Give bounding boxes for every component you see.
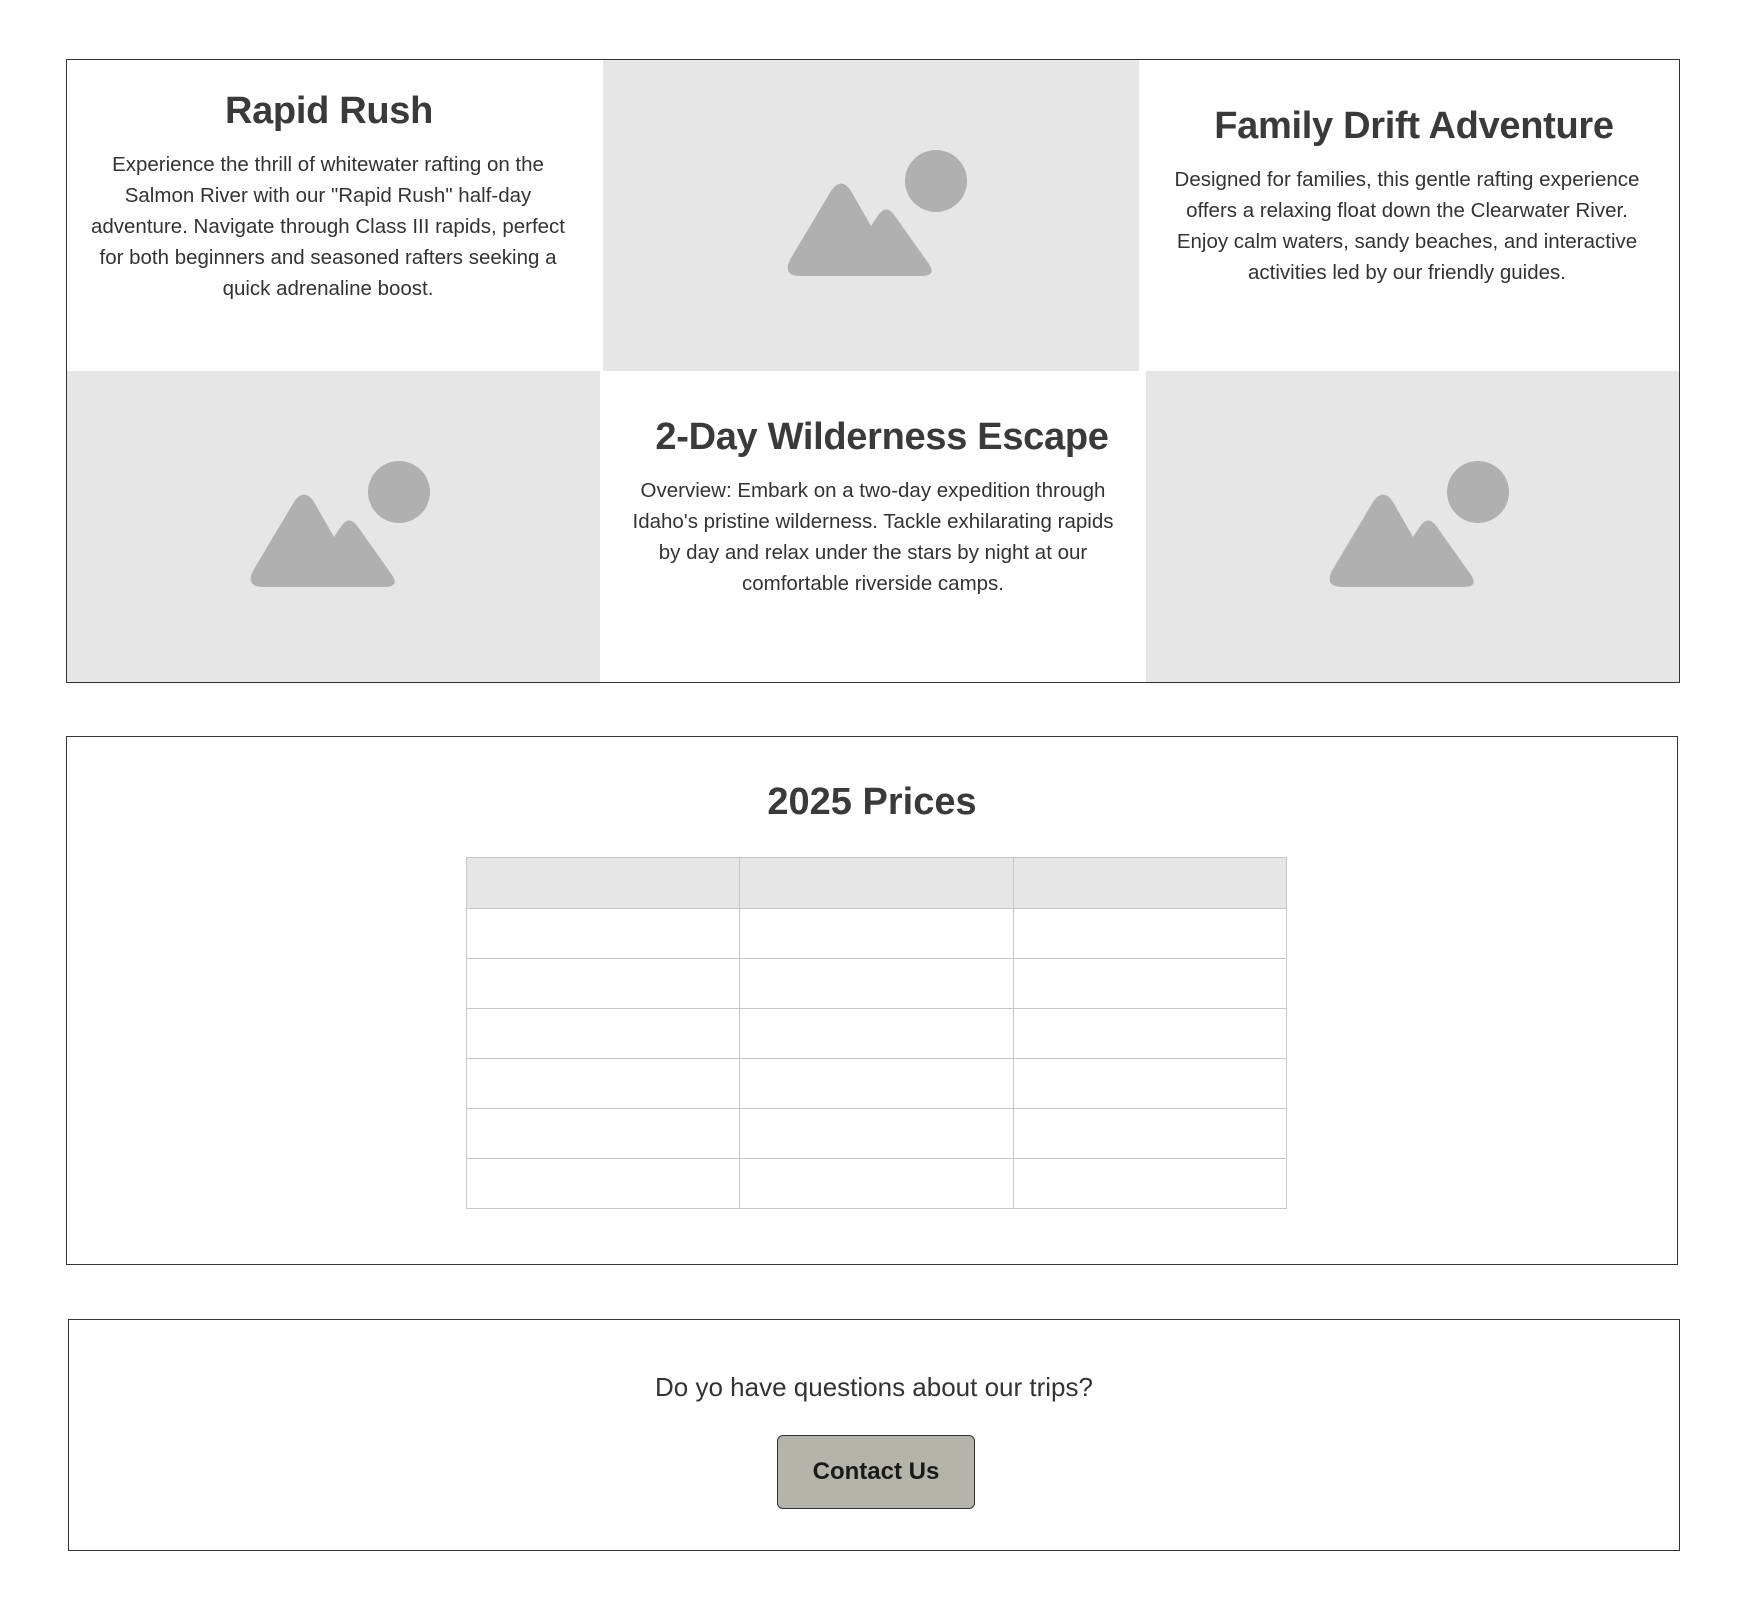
trips-grid: Rapid Rush Experience the thrill of whit…: [66, 59, 1680, 683]
table-row: [465, 1108, 1288, 1159]
table-cell: [739, 908, 1014, 959]
table-cell: [1012, 1108, 1288, 1159]
image-placeholder: [603, 60, 1139, 371]
table-header-cell: [1012, 857, 1288, 909]
table-cell: [1012, 1058, 1288, 1109]
prices-section: 2025 Prices: [66, 736, 1678, 1265]
table-cell: [465, 1058, 741, 1109]
table-cell: [739, 1008, 1014, 1059]
table-row: [465, 1058, 1288, 1109]
trip-card-rapid-rush: Rapid Rush Experience the thrill of whit…: [67, 60, 603, 371]
image-placeholder: [67, 371, 600, 682]
table-cell: [739, 1108, 1014, 1159]
table-header-row: [465, 857, 1288, 909]
table-row: [465, 1158, 1288, 1209]
table-cell: [465, 958, 741, 1009]
table-cell: [1012, 908, 1288, 959]
contact-question: Do yo have questions about our trips?: [655, 1372, 1093, 1402]
table-row: [465, 908, 1288, 959]
trip-description: Designed for families, this gentle rafti…: [1174, 168, 1640, 284]
trip-title: 2-Day Wilderness Escape: [655, 416, 1109, 458]
trip-title: Rapid Rush: [224, 90, 434, 132]
table-header-cell: [739, 857, 1014, 909]
table-row: [465, 958, 1288, 1009]
trip-title: Family Drift Adventure: [1214, 105, 1614, 147]
table-cell: [465, 1158, 741, 1209]
table-cell: [465, 1108, 741, 1159]
table-row: [465, 1008, 1288, 1059]
image-placeholder: [1146, 371, 1679, 682]
trip-card-wilderness-escape: 2-Day Wilderness Escape Overview: Embark…: [600, 371, 1146, 682]
table-cell: [739, 1158, 1014, 1209]
trip-card-family-drift: Family Drift Adventure Designed for fami…: [1139, 60, 1679, 371]
table-header-cell: [465, 857, 741, 909]
image-placeholder-icon: [787, 149, 967, 276]
image-placeholder-icon: [250, 460, 430, 587]
contact-us-button[interactable]: Contact Us: [777, 1435, 975, 1509]
trip-description: Experience the thrill of whitewater raft…: [90, 153, 566, 300]
table-cell: [739, 1058, 1014, 1109]
trip-description: Overview: Embark on a two-day expedition…: [632, 479, 1114, 595]
contact-section: Do yo have questions about our trips? Co…: [68, 1319, 1680, 1551]
prices-title: 2025 Prices: [767, 781, 977, 823]
table-cell: [739, 958, 1014, 1009]
table-cell: [1012, 958, 1288, 1009]
table-cell: [1012, 1158, 1288, 1209]
price-table: [465, 857, 1288, 1209]
table-cell: [465, 908, 741, 959]
table-cell: [465, 1008, 741, 1059]
image-placeholder-icon: [1329, 460, 1509, 587]
table-cell: [1012, 1008, 1288, 1059]
